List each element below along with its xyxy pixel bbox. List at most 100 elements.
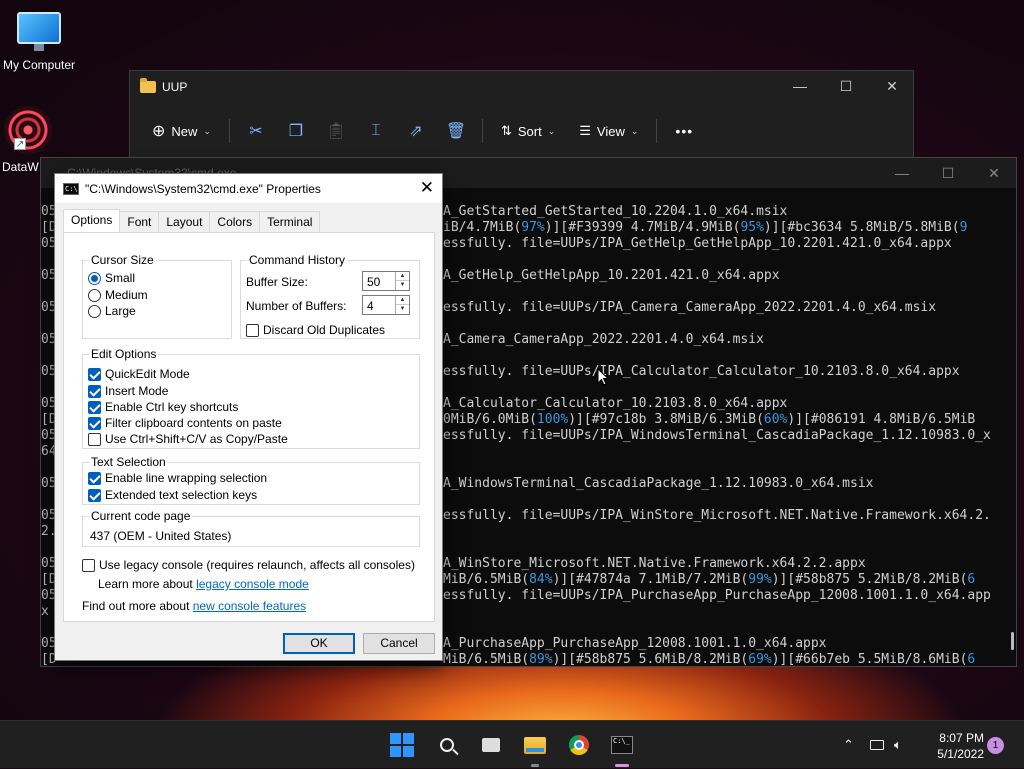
console-text-segment: 97% (521, 220, 545, 235)
view-label: View (596, 123, 625, 139)
task-view-button[interactable] (474, 728, 508, 762)
new-console-features-link[interactable]: new console features (193, 599, 306, 613)
view-button[interactable]: ☰ View ⌄ (569, 115, 648, 147)
filter-clipboard-option[interactable]: Filter clipboard contents on paste (88, 416, 282, 430)
paste-icon[interactable]: 📋︎ (318, 115, 354, 147)
search-icon (440, 738, 454, 752)
volume-icon[interactable]: 🔈︎ (894, 721, 902, 769)
desktop-icon-my-computer[interactable]: My Computer (0, 12, 79, 72)
cursor-medium-option[interactable]: Medium (88, 288, 148, 302)
checkbox[interactable] (88, 384, 101, 398)
checkbox[interactable] (88, 367, 101, 381)
console-scrollbar[interactable] (1011, 632, 1014, 650)
search-button[interactable] (430, 728, 464, 762)
radio-button[interactable] (88, 271, 101, 285)
share-icon[interactable]: ⇗ (398, 115, 434, 147)
tab-colors[interactable]: Colors (209, 211, 261, 232)
console-text-segment: 9 (959, 220, 968, 235)
cursor-large-label: Large (105, 304, 136, 318)
ok-button[interactable]: OK (283, 633, 355, 654)
spin-down-icon[interactable]: ▼ (396, 281, 409, 290)
quickedit-option[interactable]: QuickEdit Mode (88, 367, 190, 381)
console-text-segment: 100% (536, 412, 569, 427)
number-of-buffers-value[interactable]: 4 (367, 299, 374, 313)
spin-up-icon[interactable]: ▲ (396, 272, 409, 281)
console-text-segment: 99% (748, 572, 772, 587)
ctrl-shift-copy-paste-option[interactable]: Use Ctrl+Shift+C/V as Copy/Paste (88, 432, 288, 446)
console-text-segment: MiB/6.5MiB( (443, 572, 530, 587)
ctrl-shortcuts-option[interactable]: Enable Ctrl key shortcuts (88, 400, 238, 414)
clock[interactable]: 8:07 PM 5/1/2022 (920, 730, 984, 762)
chevron-down-icon: ⌄ (547, 125, 556, 136)
checkbox[interactable] (88, 416, 101, 430)
cursor-small-option[interactable]: Small (88, 271, 135, 285)
command-history-legend: Command History (249, 253, 346, 267)
start-button[interactable] (385, 728, 419, 762)
insert-mode-option[interactable]: Insert Mode (88, 384, 168, 398)
maximize-button[interactable]: ☐ (823, 71, 869, 101)
console-text-segment: )][#bc3634 5.8MiB/5.8MiB( (763, 220, 960, 235)
sort-button[interactable]: ⇅ Sort ⌄ (491, 115, 565, 147)
file-explorer-taskbar-button[interactable] (518, 728, 552, 767)
spin-down-icon[interactable]: ▼ (396, 305, 409, 314)
discard-duplicates-option[interactable]: Discard Old Duplicates (246, 323, 385, 337)
console-text-segment: )][#58b875 5.6MiB/8.2MiB( (552, 652, 749, 667)
ctrl-shift-copy-paste-label: Use Ctrl+Shift+C/V as Copy/Paste (105, 432, 288, 446)
close-icon[interactable]: ✕ (420, 178, 434, 198)
show-hidden-icons-button[interactable]: ⌃ (843, 721, 854, 769)
copy-icon[interactable]: ❐ (278, 115, 314, 147)
checkbox[interactable] (88, 488, 101, 502)
legacy-console-link[interactable]: legacy console mode (196, 577, 309, 591)
console-line-text: 0MiB/6.0MiB(100%)][#97c18b 3.8MiB/6.3MiB… (443, 412, 975, 428)
console-text-segment: essfully. file=UUPs/IPA_Calculator_Calcu… (443, 364, 960, 379)
close-button[interactable]: ✕ (869, 71, 915, 101)
console-text-segment: essfully. file=UUPs/IPA_PurchaseApp_Purc… (443, 588, 991, 603)
tab-terminal[interactable]: Terminal (259, 211, 321, 232)
line-wrapping-option[interactable]: Enable line wrapping selection (88, 471, 267, 485)
extended-keys-option[interactable]: Extended text selection keys (88, 488, 257, 502)
checkbox[interactable] (88, 432, 101, 446)
minimize-button[interactable]: — (777, 71, 823, 101)
buffer-size-stepper[interactable]: 50 ▲ ▼ (362, 271, 410, 291)
checkbox[interactable] (246, 323, 259, 337)
console-line-text: essfully. file=UUPs/IPA_Camera_CameraApp… (443, 300, 936, 316)
buffer-size-value[interactable]: 50 (367, 275, 380, 289)
notification-badge[interactable]: 1 (987, 737, 1004, 754)
toolbar-divider (481, 119, 483, 143)
network-icon[interactable] (870, 721, 884, 769)
explorer-title-text: UUP (162, 80, 188, 94)
cancel-button[interactable]: Cancel (363, 633, 435, 654)
tab-layout[interactable]: Layout (158, 211, 211, 232)
new-button[interactable]: ⊕ New ⌄ (142, 115, 221, 147)
maximize-button[interactable]: ☐ (925, 158, 971, 188)
ctrl-shortcuts-label: Enable Ctrl key shortcuts (105, 400, 239, 414)
plus-circle-icon: ⊕ (152, 123, 166, 140)
console-line-text: A_WinStore_Microsoft.NET.Native.Framewor… (443, 556, 866, 572)
view-icon: ☰ (579, 123, 591, 138)
checkbox[interactable] (88, 400, 101, 414)
chrome-taskbar-button[interactable] (562, 728, 596, 762)
legacy-console-option[interactable]: Use legacy console (requires relaunch, a… (82, 558, 415, 572)
checkbox[interactable] (88, 471, 101, 485)
spin-up-icon[interactable]: ▲ (396, 296, 409, 305)
cut-icon[interactable]: ✂ (238, 115, 274, 147)
number-of-buffers-stepper[interactable]: 4 ▲ ▼ (362, 295, 410, 315)
learn-more-text: Learn more about legacy console mode (98, 577, 309, 591)
console-line-text: A_WindowsTerminal_CascadiaPackage_1.12.1… (443, 476, 873, 492)
terminal-taskbar-button[interactable]: C:\_ (605, 728, 639, 767)
checkbox[interactable] (82, 558, 95, 572)
rename-icon[interactable]: ⌶ (358, 115, 394, 147)
console-text-segment: )][#97c18b 3.8MiB/6.3MiB( (568, 412, 764, 427)
tab-font[interactable]: Font (119, 211, 160, 232)
cursor-large-option[interactable]: Large (88, 304, 136, 318)
radio-button[interactable] (88, 304, 101, 318)
tab-options[interactable]: Options (63, 209, 121, 233)
more-options-button[interactable]: ••• (665, 115, 703, 147)
learn-more-prefix: Learn more about (98, 577, 197, 591)
console-line-text: iB/4.7MiB(97%)][#F39399 4.7MiB/4.9MiB(95… (443, 220, 967, 236)
minimize-button[interactable]: — (879, 158, 925, 188)
close-button[interactable]: ✕ (971, 158, 1017, 188)
delete-icon[interactable]: 🗑︎ (438, 115, 474, 147)
task-view-icon (482, 734, 503, 752)
radio-button[interactable] (88, 288, 101, 302)
